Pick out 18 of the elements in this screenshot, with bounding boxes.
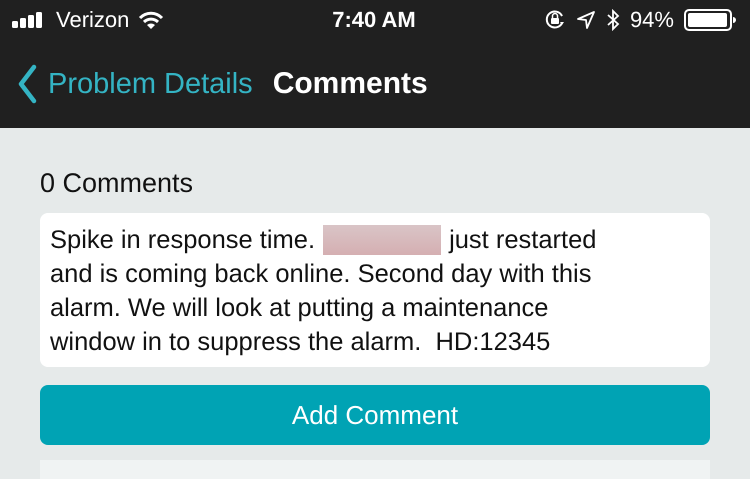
rotation-lock-icon	[544, 9, 566, 31]
bluetooth-icon	[606, 9, 620, 31]
comment-count: 0 Comments	[40, 168, 194, 199]
chevron-left-icon	[16, 64, 38, 104]
comment-text: alarm. We will look at putting a maintenance	[50, 293, 548, 324]
comment-text: just restarted	[449, 225, 596, 256]
screen-title: Comments	[272, 67, 428, 101]
carrier-name: Verizon	[56, 7, 130, 33]
location-arrow-icon	[576, 10, 596, 30]
comment-text: window in to suppress the alarm. HD:12345	[50, 327, 550, 358]
battery-icon	[684, 9, 736, 31]
wifi-icon	[137, 10, 166, 30]
comment-text: and is coming back online. Second day with this	[50, 259, 592, 290]
clock-time: 7:40 AM	[332, 7, 416, 33]
comment-field[interactable]: Spike in response time. just restarted and is coming back online. Second day with this alarm. We will look at putting a maintenance window in to suppress the alarm. HD:12345	[40, 213, 710, 367]
comment-text: Spike in response time.	[50, 225, 316, 256]
back-button[interactable]: Problem Details	[16, 64, 253, 104]
battery-percent: 94%	[630, 7, 674, 33]
